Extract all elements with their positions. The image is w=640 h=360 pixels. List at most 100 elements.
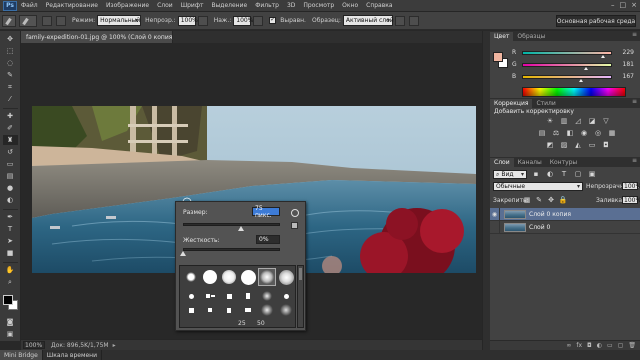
layer-row[interactable]: ◉ Слой 0 копия: [490, 207, 640, 221]
zoom-tool-icon[interactable]: ⌕: [3, 277, 18, 287]
minimize-icon[interactable]: –: [611, 1, 615, 9]
history-brush-tool-icon[interactable]: ↺: [3, 147, 18, 157]
filter-adjustment-icon[interactable]: ◐: [546, 170, 554, 178]
lock-pixels-icon[interactable]: ✎: [535, 196, 543, 204]
layer-opacity-input[interactable]: 100%: [622, 182, 640, 190]
filter-shape-icon[interactable]: ▢: [574, 170, 582, 178]
brush-preset-r2-1[interactable]: [182, 290, 200, 302]
selective-color-icon[interactable]: ◘: [602, 141, 610, 149]
tab-styles[interactable]: Стили: [532, 99, 559, 108]
tab-color[interactable]: Цвет: [490, 32, 514, 41]
brush-preset-r2-6[interactable]: [277, 290, 295, 302]
document-tab[interactable]: family-expedition-01.jpg @ 100% (Слой 0 …: [21, 31, 218, 43]
menu-image[interactable]: Изображение: [106, 2, 149, 9]
brush-preset-r3-2[interactable]: [201, 304, 219, 316]
color-lookup-icon[interactable]: ▦: [608, 129, 616, 137]
ignore-adjustment-icon[interactable]: [394, 15, 405, 26]
channel-mixer-icon[interactable]: ◎: [594, 129, 602, 137]
menu-view[interactable]: Просмотр: [303, 2, 334, 9]
exposure-icon[interactable]: ◪: [588, 117, 596, 125]
layer-filter-select[interactable]: ⌕ Вид: [493, 170, 527, 179]
channel-value-b[interactable]: 167: [616, 72, 634, 80]
curves-icon[interactable]: ◿: [574, 117, 582, 125]
path-select-tool-icon[interactable]: ➤: [3, 236, 18, 246]
eraser-tool-icon[interactable]: ▭: [3, 159, 18, 169]
brush-preset-soft-2[interactable]: [277, 268, 295, 286]
channel-value-g[interactable]: 181: [616, 60, 634, 68]
crop-tool-icon[interactable]: ⌗: [3, 82, 18, 92]
dodge-tool-icon[interactable]: ◐: [3, 195, 18, 205]
move-tool-icon[interactable]: ✥: [3, 34, 18, 44]
mini-bridge-tab[interactable]: Mini Bridge: [0, 350, 43, 360]
new-preset-icon[interactable]: [291, 222, 298, 229]
quick-select-tool-icon[interactable]: ✎: [3, 70, 18, 80]
brush-preset-soft-small[interactable]: [182, 268, 200, 286]
brush-preset-r3-4[interactable]: [239, 304, 257, 316]
hardness-slider[interactable]: [183, 248, 280, 251]
foreground-color-swatch[interactable]: [2, 295, 13, 305]
layer-row[interactable]: Слой 0: [490, 220, 640, 234]
threshold-icon[interactable]: ◭: [574, 141, 582, 149]
panel-menu-icon[interactable]: ≡: [632, 31, 637, 38]
brush-preset-r2-5[interactable]: [258, 290, 276, 302]
new-group-icon[interactable]: ▭: [607, 342, 613, 349]
hue-saturation-icon[interactable]: ▤: [538, 129, 546, 137]
type-tool-icon[interactable]: T: [3, 224, 18, 234]
channel-slider-r-thumb[interactable]: [601, 55, 605, 58]
channel-value-r[interactable]: 229: [616, 48, 634, 56]
channel-slider-g-thumb[interactable]: [583, 67, 588, 70]
foreground-color-swatch[interactable]: [493, 52, 503, 62]
tab-channels[interactable]: Каналы: [514, 158, 546, 167]
eye-icon[interactable]: ◉: [490, 207, 500, 221]
menu-select[interactable]: Выделение: [211, 2, 247, 9]
preset-scrollbar[interactable]: [297, 265, 304, 328]
zoom-level-field[interactable]: 100%: [23, 341, 45, 349]
settings-gear-icon[interactable]: [291, 209, 299, 217]
posterize-icon[interactable]: ▨: [560, 141, 568, 149]
clone-stamp-tool-icon[interactable]: [2, 14, 16, 27]
brush-preset-r3-5[interactable]: [258, 304, 276, 316]
lock-position-icon[interactable]: ✥: [547, 196, 555, 204]
maximize-icon[interactable]: □: [620, 1, 627, 9]
healing-brush-tool-icon[interactable]: ✚: [3, 111, 18, 121]
tab-swatches[interactable]: Образцы: [513, 32, 549, 41]
hardness-input[interactable]: 0%: [256, 235, 280, 244]
trash-icon[interactable]: 🗑: [628, 342, 636, 349]
lock-transparent-icon[interactable]: ▦: [523, 196, 531, 204]
brush-preset-selected[interactable]: [258, 268, 276, 286]
brush-tool-icon[interactable]: ✐: [3, 123, 18, 133]
brush-preset-r2-4[interactable]: [239, 290, 257, 302]
screen-mode-icon[interactable]: ▣: [3, 329, 18, 339]
flow-input[interactable]: 100%: [233, 15, 253, 26]
vibrance-icon[interactable]: ▽: [602, 117, 610, 125]
panel-menu-icon[interactable]: ≡: [632, 157, 637, 164]
menu-help[interactable]: Справка: [366, 2, 392, 9]
brush-size-input[interactable]: 75 пикс.: [252, 205, 280, 219]
brush-preset-hard-1[interactable]: [201, 268, 219, 286]
filter-pixel-icon[interactable]: ▪: [532, 170, 540, 178]
menu-filter[interactable]: Фильтр: [255, 2, 279, 9]
lock-all-icon[interactable]: 🔒: [559, 196, 568, 204]
filter-type-icon[interactable]: T: [560, 170, 568, 178]
tablet-size-icon[interactable]: [408, 15, 419, 26]
filter-smart-icon[interactable]: ▣: [588, 170, 596, 178]
brush-preset-icon[interactable]: [19, 14, 37, 27]
lasso-tool-icon[interactable]: ◌: [3, 58, 18, 68]
tab-layers[interactable]: Слои: [490, 158, 514, 167]
brightness-icon[interactable]: ☀: [546, 117, 554, 125]
brush-size-slider[interactable]: [183, 223, 280, 226]
menu-3d[interactable]: 3D: [287, 2, 295, 9]
photo-filter-icon[interactable]: ◉: [580, 129, 588, 137]
close-icon[interactable]: ×: [631, 1, 637, 9]
blend-mode-select[interactable]: Обычные: [493, 182, 583, 191]
tab-adjustments[interactable]: Коррекция: [490, 99, 533, 108]
color-balance-icon[interactable]: ⚖: [552, 129, 560, 137]
link-layers-icon[interactable]: ∞: [566, 342, 571, 349]
aligned-checkbox[interactable]: [269, 16, 277, 24]
new-layer-icon[interactable]: ▢: [618, 342, 624, 349]
clone-stamp-tool-icon[interactable]: ♜: [2, 135, 18, 145]
quick-mask-icon[interactable]: ◙: [3, 317, 18, 327]
channel-slider-g[interactable]: [522, 63, 612, 67]
mode-select[interactable]: Нормальный: [97, 15, 142, 26]
brush-preset-r2-3[interactable]: [220, 290, 238, 302]
